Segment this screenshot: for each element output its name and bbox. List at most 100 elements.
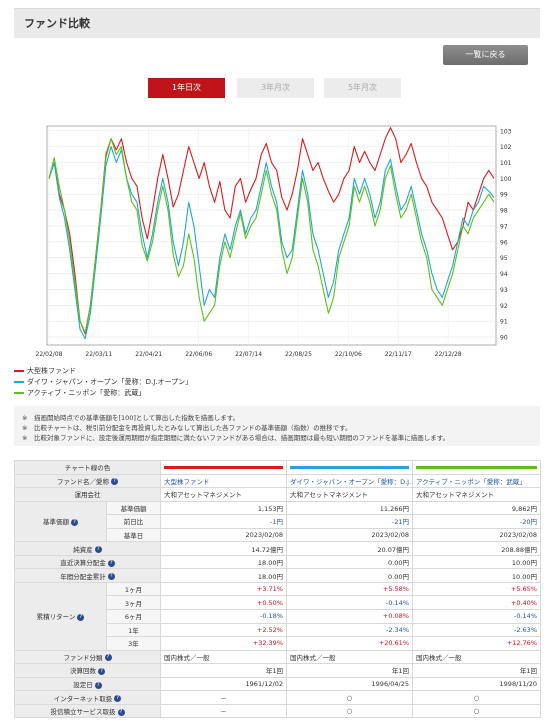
row-label: インターネット取扱?	[14, 690, 161, 705]
value-cell: 国内株式／一般	[286, 649, 413, 665]
value-cell: 1996/04/25	[286, 676, 413, 692]
table-row: ファンド名／愛称? 大型株ファンド ダイワ・ジャパン・オープン「愛称：D.J.オ…	[14, 473, 541, 489]
legend-label: ダイワ・ジャパン・オープン「愛称：D.J.オープン」	[27, 378, 193, 386]
legend-swatch	[14, 370, 24, 372]
value-cell: +0.08%	[286, 609, 413, 624]
tab-5year-monthly[interactable]: 5年月次	[324, 78, 401, 98]
table-row: 累積リターン? 1ヶ月 +3.71% +5.58% +5.65%	[14, 581, 541, 651]
value-cell: ○	[412, 703, 541, 719]
value-cell: 1,153円	[160, 500, 287, 516]
label-text: 直近決算分配金	[60, 559, 106, 568]
legend-item-fund1: 大型株ファンド	[14, 366, 76, 377]
help-icon[interactable]: ?	[117, 708, 125, 716]
value-cell: 18.00円	[160, 568, 287, 583]
x-tick-label: 22/12/28	[435, 351, 462, 358]
value-cell: 1961/12/02	[160, 676, 287, 692]
value-cell: 2023/02/08	[412, 527, 541, 543]
fund-link[interactable]: アクティブ・ニッポン「愛称：武蔵」	[416, 478, 526, 486]
row-sublabel: 前日比	[106, 514, 161, 529]
value-cell: 10.00円	[412, 568, 541, 583]
y-tick-label: 97	[500, 223, 508, 230]
value-cell: -0.14%	[412, 609, 541, 624]
y-tick-label: 100	[500, 176, 512, 183]
help-icon[interactable]: ?	[114, 695, 122, 703]
help-icon[interactable]: ?	[94, 681, 102, 689]
help-icon[interactable]: ?	[77, 613, 85, 621]
help-icon[interactable]: ?	[94, 546, 102, 554]
value-cell: +5.65%	[412, 581, 541, 597]
value-cell: +32.39%	[160, 636, 287, 651]
x-tick-label: 22/10/06	[335, 351, 362, 358]
chart-notes: ※ 描画開始時点での基準価額を[100]として算出した指数を描画します。 ※ 比…	[14, 406, 540, 446]
value-cell: ○	[412, 690, 541, 705]
row-label: 設定日?	[14, 676, 161, 692]
y-tick-label: 95	[500, 255, 508, 262]
y-tick-label: 99	[500, 192, 508, 199]
table-row: 投信積立サービス取扱? － ○ ○	[14, 703, 541, 719]
x-tick-label: 22/03/11	[85, 351, 112, 358]
row-label: ファンド分類?	[14, 649, 161, 665]
x-tick-label: 22/04/21	[135, 351, 162, 358]
value-cell: ○	[286, 690, 413, 705]
note-text: ※ 比較チャートは、税引前分配金を再投資したとみなして算出した各ファンドの基準価…	[22, 424, 352, 432]
row-sublabel: 1年	[106, 622, 161, 638]
fund-name-cell[interactable]: ダイワ・ジャパン・オープン「愛称：D.J.オープン」	[286, 473, 413, 489]
help-icon[interactable]: ?	[98, 667, 105, 675]
y-tick-label: 103	[500, 128, 512, 135]
x-tick-label: 22/07/14	[235, 351, 262, 358]
value-cell: 0.00円	[286, 554, 413, 570]
tab-3year-monthly[interactable]: 3年月次	[237, 78, 314, 98]
value-cell: 208.88億円	[412, 541, 541, 556]
chart-color-cell	[286, 460, 413, 475]
label-text: 設定日	[73, 681, 93, 690]
company-cell: 大和アセットマネジメント	[286, 487, 413, 502]
help-icon[interactable]: ?	[71, 518, 78, 526]
help-icon[interactable]: ?	[107, 559, 115, 567]
value-cell: 0.00円	[286, 568, 413, 583]
color-line	[290, 465, 409, 469]
value-cell: -0.14%	[286, 595, 413, 610]
back-to-list-button[interactable]: 一覧に戻る	[443, 45, 528, 65]
row-label: チャート線の色	[14, 460, 161, 475]
y-tick-label: 96	[500, 239, 508, 246]
table-row: 設定日? 1961/12/02 1996/04/25 1998/11/20	[14, 676, 541, 692]
x-tick-label: 22/02/08	[36, 351, 63, 358]
comparison-line-chart: 90 91 92 93 94 95 96 97 98 99 100 101 102 103 22/02/08…	[36, 125, 512, 358]
value-cell: +3.71%	[160, 581, 287, 597]
label-text: インターネット取扱	[53, 694, 113, 703]
legend-label: アクティブ・ニッポン「愛称：武蔵」	[27, 389, 146, 397]
help-icon[interactable]: ?	[107, 573, 115, 581]
y-tick-label: 94	[500, 271, 508, 278]
value-cell: ○	[286, 703, 413, 719]
x-tick-label: 22/11/17	[385, 351, 412, 358]
label-text: 基準価額	[43, 518, 69, 527]
y-tick-label: 90	[500, 335, 508, 342]
table-row: チャート線の色	[14, 460, 541, 475]
table-row: 純資産? 14.72億円 20.07億円 208.88億円	[14, 541, 541, 556]
fund-name-cell[interactable]: 大型株ファンド	[160, 473, 287, 489]
table-row: 決算回数? 年1回 年1回 年1回	[14, 663, 541, 678]
fund-name-cell[interactable]: アクティブ・ニッポン「愛称：武蔵」	[412, 473, 541, 489]
y-tick-label: 98	[500, 208, 508, 215]
row-sublabel: 1ヶ月	[106, 581, 161, 597]
value-cell: -1円	[160, 514, 287, 529]
fund-link[interactable]: 大型株ファンド	[164, 478, 210, 486]
table-row: 直近決算分配金? 18.00円 0.00円 10.00円	[14, 554, 541, 570]
label-text: 年間分配金累計	[60, 572, 106, 581]
help-icon[interactable]: ?	[111, 478, 118, 486]
label-text: ファンド分類	[63, 653, 103, 662]
fund-link[interactable]: ダイワ・ジャパン・オープン「愛称：D.J.オープン」	[290, 478, 412, 486]
row-group-label: 累積リターン?	[14, 581, 107, 651]
value-cell: -0.18%	[160, 609, 287, 624]
help-icon[interactable]: ?	[104, 654, 112, 662]
row-label: 直近決算分配金?	[14, 554, 161, 570]
value-cell: +12.76%	[412, 636, 541, 651]
label-text: ファンド名／愛称	[57, 477, 109, 486]
row-group-label: 基準価額?	[14, 500, 107, 543]
value-cell: +20.61%	[286, 636, 413, 651]
note-text: ※ 描画開始時点での基準価額を[100]として算出した指数を描画します。	[22, 414, 240, 422]
tab-1year-daily[interactable]: 1年日次	[148, 78, 225, 98]
value-cell: +5.58%	[286, 581, 413, 597]
value-cell: －	[160, 690, 287, 705]
value-cell: 年1回	[286, 663, 413, 678]
